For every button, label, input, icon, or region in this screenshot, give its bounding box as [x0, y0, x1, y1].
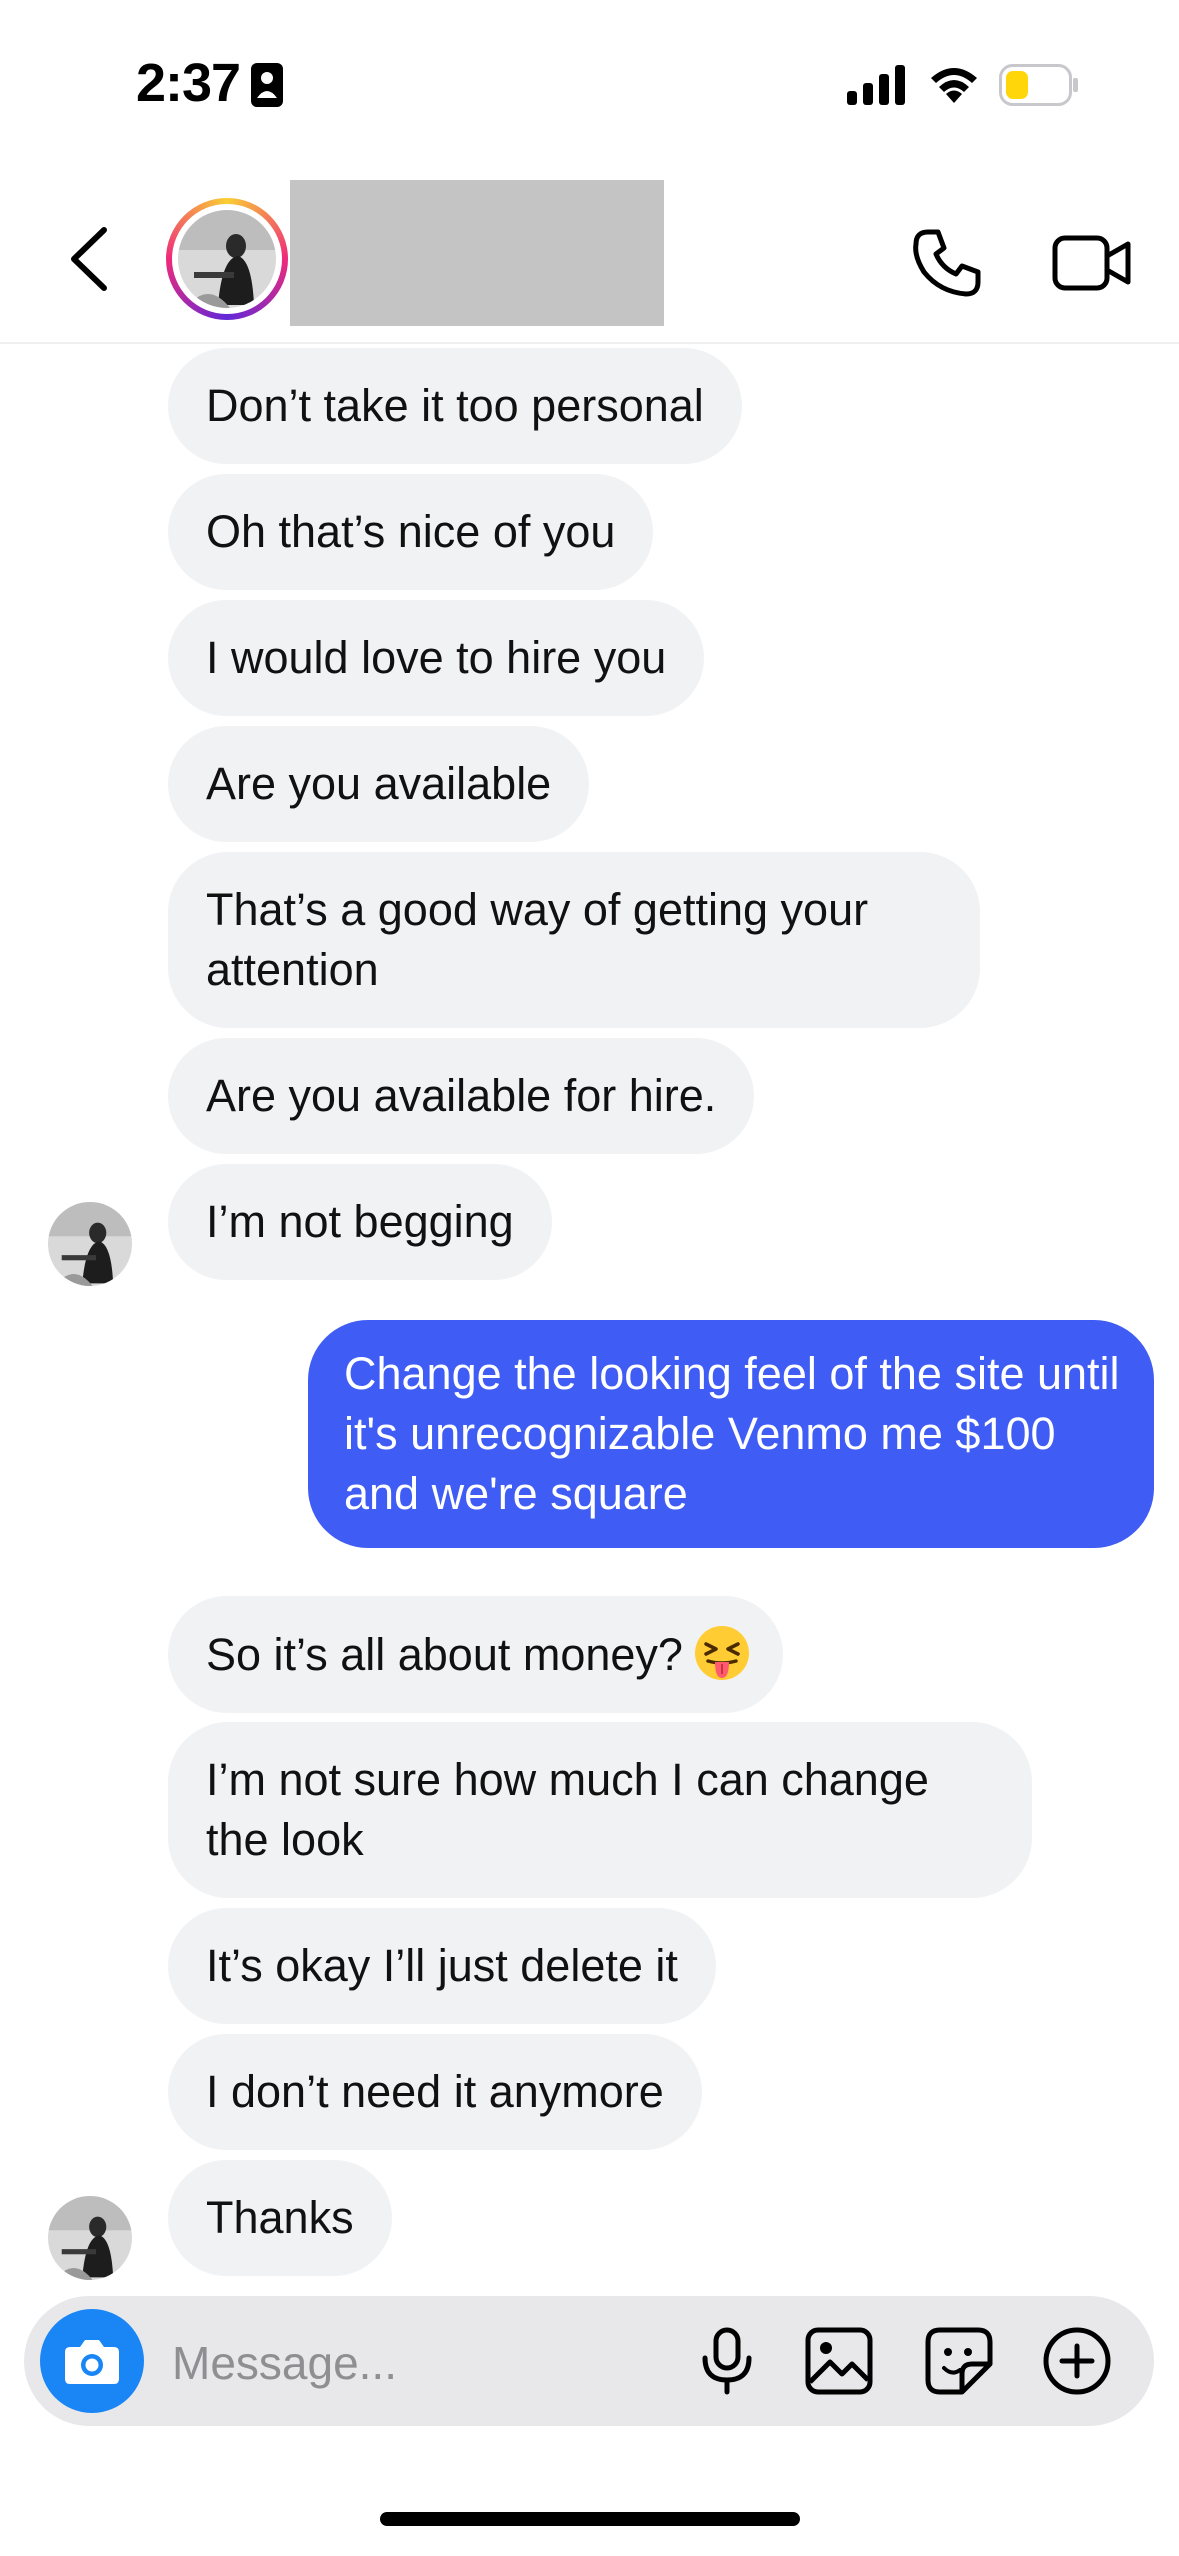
squinting-face-with-tongue-emoji [694, 1626, 749, 1680]
microphone-icon[interactable] [690, 2324, 764, 2398]
sender-avatar[interactable] [48, 2196, 132, 2280]
status-bar: 2:37 [0, 0, 1179, 170]
incoming-message[interactable]: So it’s all about money? [168, 1596, 783, 1713]
contact-name-redacted[interactable] [290, 180, 664, 326]
sender-avatar[interactable] [48, 1202, 132, 1286]
wifi-icon [931, 68, 977, 103]
home-indicator[interactable] [380, 2512, 800, 2526]
video-camera-icon[interactable] [1052, 228, 1132, 298]
plus-circle-icon[interactable] [1040, 2324, 1114, 2398]
camera-button[interactable] [40, 2309, 144, 2413]
phone-icon[interactable] [910, 226, 984, 300]
incoming-message[interactable]: Are you available for hire. [168, 1038, 755, 1154]
back-chevron-icon[interactable] [62, 224, 118, 294]
person-badge-icon [251, 63, 283, 107]
incoming-message[interactable]: Are you available [168, 726, 590, 842]
cellular-signal-icon [847, 65, 905, 105]
incoming-message[interactable]: That’s a good way of getting your attent… [168, 852, 980, 1028]
gallery-icon[interactable] [802, 2324, 876, 2398]
battery-icon [999, 64, 1078, 106]
sticker-icon[interactable] [922, 2324, 996, 2398]
contact-avatar[interactable] [166, 198, 288, 320]
incoming-message[interactable]: Don’t take it too personal [168, 348, 742, 464]
message-text: So it’s all about money? [206, 1629, 683, 1680]
incoming-message[interactable]: I don’t need it anymore [168, 2034, 702, 2150]
message-composer [24, 2296, 1154, 2426]
incoming-message[interactable]: Oh that’s nice of you [168, 474, 654, 590]
incoming-message[interactable]: It’s okay I’ll just delete it [168, 1908, 716, 2024]
incoming-message[interactable]: I’m not begging [168, 1164, 552, 1280]
camera-icon [65, 2340, 119, 2384]
contact-avatar-image [178, 210, 276, 308]
message-input[interactable] [170, 2332, 674, 2394]
status-time: 2:37 [136, 53, 241, 113]
incoming-message[interactable]: I’m not sure how much I can change the l… [168, 1722, 1032, 1898]
outgoing-message[interactable]: Change the looking feel of the site unti… [308, 1320, 1154, 1548]
status-icons [847, 62, 1079, 108]
incoming-message[interactable]: I would love to hire you [168, 600, 705, 716]
incoming-message[interactable]: Thanks [168, 2160, 392, 2276]
message-thread[interactable]: Don’t take it too personal Oh that’s nic… [0, 342, 1179, 2288]
chat-header [0, 170, 1179, 344]
